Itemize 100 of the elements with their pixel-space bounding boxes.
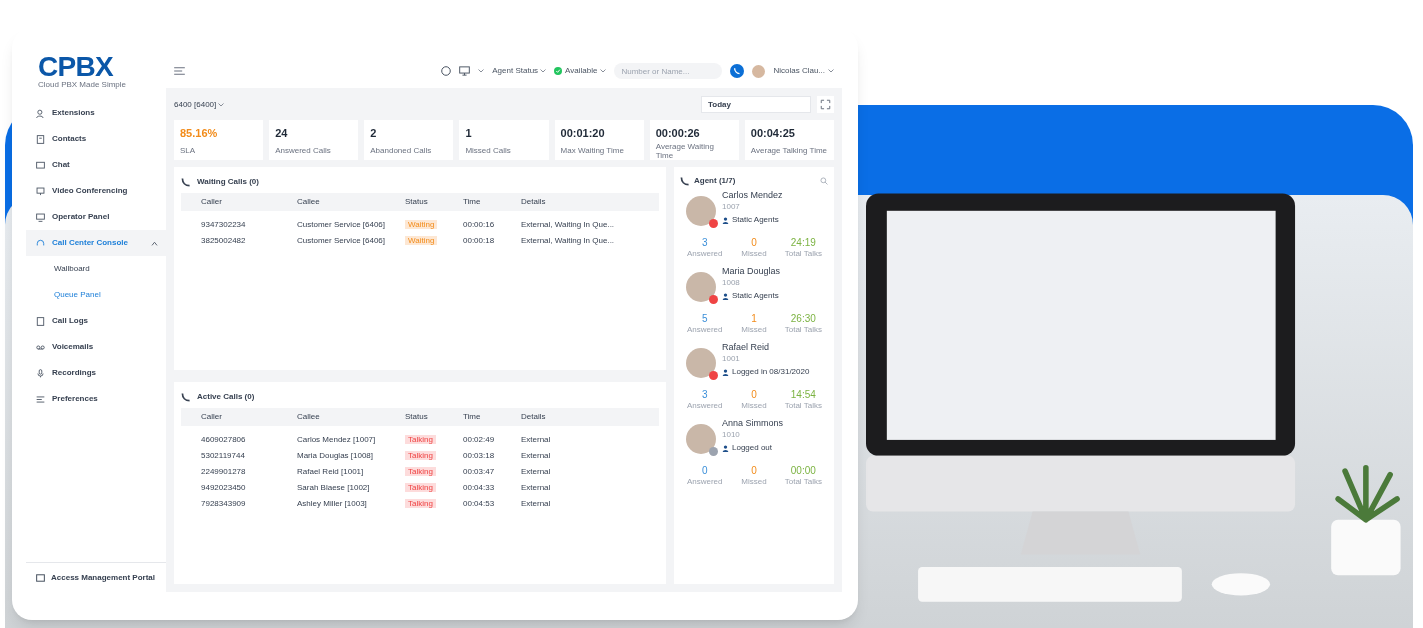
agent-stat-value: 0 — [751, 237, 757, 249]
sidebar-item[interactable]: Voicemails — [26, 334, 166, 360]
table-cell-text: 00:04:33 — [463, 481, 496, 494]
chevron-down-icon — [828, 69, 834, 73]
phone-button-icon[interactable] — [730, 64, 745, 78]
logo: CPBX — [38, 54, 114, 80]
table-cell-text: External — [521, 433, 552, 446]
status-badge: Talking — [405, 498, 436, 508]
chevron-down-icon — [600, 69, 607, 73]
sidebar-item[interactable]: Extensions — [26, 100, 166, 126]
table-cell-text: External — [521, 449, 552, 462]
window-icon — [36, 573, 45, 582]
chevron-down-icon — [540, 69, 547, 73]
agent-name: Anna Simmons — [722, 417, 784, 429]
sidebar-item[interactable]: Preferences — [26, 386, 166, 412]
search-icon[interactable] — [820, 177, 828, 185]
sidebar-item[interactable]: Contacts — [26, 126, 166, 152]
agent-stat-label: Answered — [686, 249, 723, 259]
chevron-down-icon — [218, 102, 225, 107]
agent-stat-label: Missed — [741, 401, 767, 411]
agent-status-dropdown[interactable]: Agent Status — [492, 65, 539, 77]
sidebar-item[interactable]: Operator Panel — [26, 204, 166, 230]
table-cell-text: 00:03:18 — [463, 449, 496, 462]
phone-icon — [680, 176, 690, 186]
table-cell-text: 9347302234 — [201, 219, 247, 231]
table-cell-text: 4609027806 — [201, 433, 247, 446]
panel-title: Active Calls (0) — [197, 390, 255, 403]
agent-stat-value: 0 — [751, 389, 757, 401]
agent-stat-value: 1 — [751, 313, 757, 325]
column-header: Time — [463, 196, 482, 208]
table-cell-text: Carlos Mendez [1007] — [297, 433, 377, 446]
monitor-icon[interactable] — [459, 66, 471, 76]
sidebar-subitem[interactable]: Wallboard — [26, 256, 166, 282]
agent-stat-value: 00:00 — [790, 465, 816, 477]
table-cell-text: External, Waiting In Que... — [521, 219, 616, 231]
table-cell-text: Sarah Blaese [1002] — [297, 481, 371, 494]
agent-extension: 1007 — [722, 201, 741, 212]
status-badge: Talking — [405, 466, 436, 476]
stat-value: 00:01:20 — [560, 126, 606, 141]
agent-stat-value: 24:19 — [790, 237, 816, 249]
person-icon — [722, 216, 729, 224]
table-cell-text: 2249901278 — [201, 465, 247, 478]
user-menu[interactable]: Nicolas Clau... — [773, 65, 825, 77]
table-cell-text: External, Waiting In Que... — [521, 235, 616, 247]
avatar-placeholder — [686, 348, 716, 378]
queue-selector[interactable]: 6400 [6400] — [174, 98, 217, 111]
date-range-select[interactable]: Today — [701, 96, 811, 113]
users-icon — [36, 108, 45, 118]
table-cell-text: 00:03:47 — [463, 465, 496, 478]
search-field[interactable]: Number or Name... — [614, 63, 723, 79]
menu-icon[interactable] — [174, 67, 185, 75]
contacts-icon — [36, 134, 45, 144]
document-icon — [36, 316, 45, 326]
table-cell-text: Maria Douglas [1008] — [297, 449, 375, 462]
panel-title: Waiting Calls (0) — [197, 176, 259, 188]
logo-tagline: Cloud PBX Made Simple — [38, 80, 128, 90]
stat-value: 00:04:25 — [750, 126, 796, 141]
column-header: Callee — [297, 196, 321, 208]
sidebar-item[interactable]: Call Logs — [26, 308, 166, 334]
table-cell-text: 00:00:16 — [463, 219, 496, 231]
status-badge: Waiting — [405, 236, 438, 245]
column-header: Details — [521, 410, 547, 423]
agent-stat-label: Total Talks — [784, 477, 822, 487]
phone-icon — [181, 391, 191, 402]
availability-dropdown[interactable]: Available — [565, 65, 598, 77]
status-badge: Talking — [405, 450, 436, 460]
table-cell-text: External — [521, 465, 552, 478]
agent-stat-label: Total Talks — [784, 401, 822, 411]
sliders-icon — [36, 394, 45, 404]
agent-stat-label: Answered — [686, 477, 723, 487]
status-badge: Talking — [405, 482, 436, 492]
stat-label: Abandoned Calls — [370, 146, 433, 155]
user-avatar-icon — [752, 64, 766, 78]
table-cell-text: 00:02:49 — [463, 433, 496, 446]
column-header: Caller — [201, 196, 223, 208]
fullscreen-icon[interactable] — [817, 96, 834, 113]
column-header: Caller — [201, 410, 223, 423]
stat-label: Missed Calls — [465, 146, 512, 155]
table-cell-text: Ashley Miller [1003] — [297, 497, 368, 510]
agent-extension: 1001 — [722, 353, 741, 364]
sidebar-item[interactable]: Chat — [26, 152, 166, 178]
sidebar-item[interactable]: Recordings — [26, 360, 166, 386]
table-cell-text: 3825002482 — [201, 235, 247, 247]
table-cell-text: 00:00:18 — [463, 235, 496, 247]
sidebar-item[interactable]: Video Conferencing — [26, 178, 166, 204]
column-header: Time — [463, 410, 482, 423]
stat-value: 2 — [370, 126, 378, 141]
person-icon — [722, 444, 729, 452]
sidebar-item[interactable]: Call Center Console — [26, 230, 166, 256]
phone-icon — [181, 177, 191, 187]
person-icon — [722, 292, 729, 300]
table-cell-text: 9492023450 — [201, 481, 247, 494]
avatar-placeholder — [686, 424, 716, 454]
table-cell-text: External — [521, 497, 552, 510]
agent-stat-label: Answered — [686, 325, 723, 335]
agent-tag: Logged in 08/31/2020 — [732, 366, 810, 378]
agent-name: Rafael Reid — [722, 341, 771, 353]
sidebar-subitem[interactable]: Queue Panel — [26, 282, 166, 308]
chevron-down-icon[interactable] — [478, 69, 485, 73]
microphone-icon — [36, 368, 45, 378]
